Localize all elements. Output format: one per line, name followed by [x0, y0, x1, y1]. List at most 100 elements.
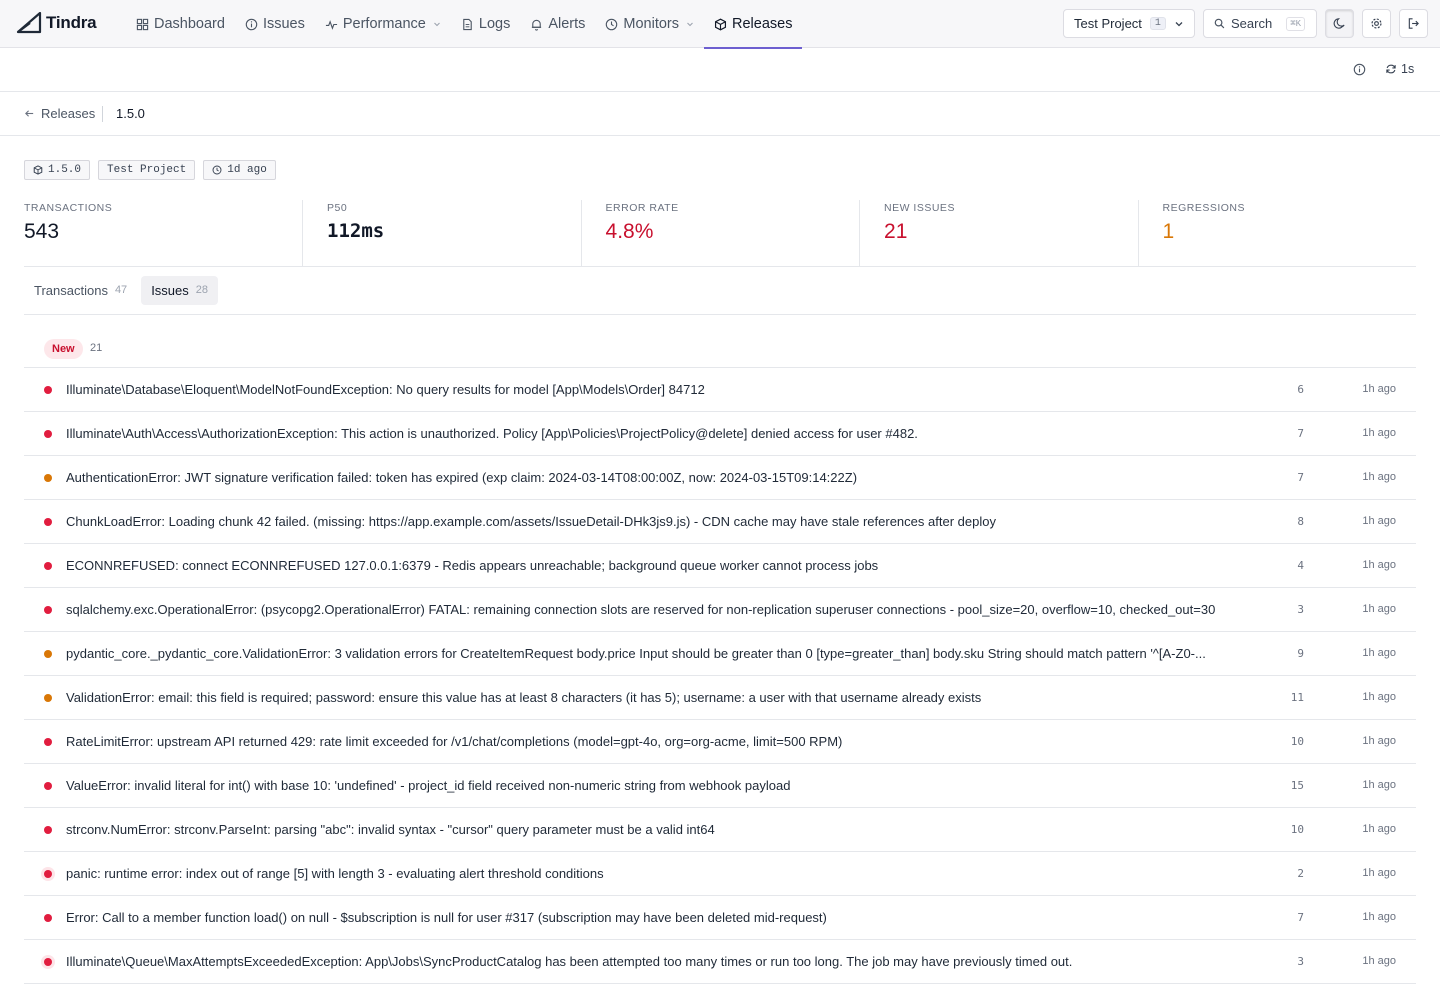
app-name: Tindra — [46, 13, 97, 32]
issue-last-seen: 1h ago — [1362, 911, 1396, 923]
logout-button[interactable] — [1399, 9, 1428, 38]
issue-row[interactable]: ChunkLoadError: Loading chunk 42 failed.… — [24, 500, 1416, 544]
issue-last-seen: 1h ago — [1362, 823, 1396, 835]
main-nav: Dashboard Issues Performance Logs Alerts… — [126, 0, 803, 49]
issue-title[interactable]: Illuminate\Auth\Access\AuthorizationExce… — [66, 426, 1221, 441]
issue-row[interactable]: Illuminate\Auth\Access\AuthorizationExce… — [24, 412, 1416, 456]
project-selector[interactable]: Test Project 1 — [1063, 9, 1195, 38]
issue-event-count: 8 — [1297, 515, 1304, 528]
issue-level-indicator — [44, 606, 52, 614]
stat-regressions: REGRESSIONS 1 — [1137, 200, 1416, 266]
issue-title[interactable]: sqlalchemy.exc.OperationalError: (psycop… — [66, 602, 1221, 617]
issue-title[interactable]: Error: Call to a member function load() … — [66, 910, 1221, 925]
issue-last-seen: 1h ago — [1362, 735, 1396, 747]
issue-row[interactable]: Error: Call to a member function load() … — [24, 896, 1416, 940]
stat-error-rate: ERROR RATE 4.8% — [580, 200, 859, 266]
theme-toggle-button[interactable] — [1325, 9, 1354, 38]
nav-item-logs[interactable]: Logs — [451, 0, 520, 48]
stat-p50: P50 112ms — [302, 200, 580, 266]
project-name: Test Project — [1074, 16, 1142, 31]
issue-title[interactable]: ValueError: invalid literal for int() wi… — [66, 778, 1221, 793]
breadcrumb: Releases 1.5.0 — [0, 92, 1440, 136]
clock-icon — [212, 165, 222, 175]
search-icon — [1214, 18, 1225, 29]
nav-item-releases[interactable]: Releases — [704, 0, 803, 49]
issue-last-seen: 1h ago — [1362, 515, 1396, 527]
nav-item-dashboard[interactable]: Dashboard — [126, 0, 235, 48]
top-navigation: Tindra Dashboard Issues Performance Logs… — [0, 0, 1440, 49]
nav-label: Releases — [732, 16, 793, 32]
issue-last-seen: 1h ago — [1362, 427, 1396, 439]
issue-row[interactable]: RateLimitError: upstream API returned 42… — [24, 720, 1416, 764]
issue-level-indicator — [44, 562, 52, 570]
issue-title[interactable]: Illuminate\Database\Eloquent\ModelNotFou… — [66, 382, 1221, 397]
issue-group-header: New 21 — [24, 315, 1416, 368]
breadcrumb-back-link[interactable]: Releases — [24, 106, 95, 121]
nav-item-monitors[interactable]: Monitors — [595, 0, 704, 48]
issue-row[interactable]: Illuminate\Database\Eloquent\ModelNotFou… — [24, 368, 1416, 412]
issue-row[interactable]: ValidationError: email: this field is re… — [24, 676, 1416, 720]
nav-label: Performance — [342, 16, 426, 32]
tab-transactions[interactable]: Transactions 47 — [24, 276, 137, 305]
issue-row[interactable]: sqlalchemy.exc.OperationalError: (psycop… — [24, 588, 1416, 632]
nav-label: Monitors — [623, 16, 680, 32]
issue-row[interactable]: Illuminate\Queue\MaxAttemptsExceededExce… — [24, 940, 1416, 984]
new-issues-badge: New — [44, 339, 83, 359]
chevron-down-icon — [687, 22, 693, 27]
nav-label: Alerts — [548, 16, 586, 32]
breadcrumb-parent: Releases — [41, 106, 96, 121]
issue-level-indicator — [44, 474, 52, 482]
refresh-button[interactable]: 1s — [1385, 62, 1414, 76]
issue-event-count: 3 — [1297, 603, 1304, 616]
search-shortcut: ⌘K — [1286, 16, 1306, 31]
issue-level-indicator — [44, 694, 52, 702]
nav-label: Issues — [262, 16, 305, 32]
project-count-badge: 1 — [1149, 17, 1166, 30]
issue-row[interactable]: ECONNREFUSED: connect ECONNREFUSED 127.0… — [24, 544, 1416, 588]
chevron-down-icon — [1175, 21, 1183, 26]
issue-title[interactable]: ValidationError: email: this field is re… — [66, 690, 1221, 705]
release-tabs: Transactions 47 Issues 28 — [24, 266, 1416, 315]
issue-last-seen: 1h ago — [1362, 559, 1396, 571]
release-age-tag: 1d ago — [203, 160, 276, 180]
tab-count: 28 — [195, 284, 209, 296]
logout-icon — [1408, 18, 1419, 29]
tab-label: Issues — [151, 282, 189, 298]
info-icon[interactable] — [1353, 63, 1366, 76]
issue-last-seen: 1h ago — [1362, 383, 1396, 395]
search-button[interactable]: Search ⌘K — [1203, 9, 1317, 38]
gear-icon — [1371, 18, 1382, 29]
issue-title[interactable]: AuthenticationError: JWT signature verif… — [66, 470, 1221, 485]
issue-row[interactable]: panic: runtime error: index out of range… — [24, 852, 1416, 896]
issue-last-seen: 1h ago — [1362, 647, 1396, 659]
issue-list: Illuminate\Database\Eloquent\ModelNotFou… — [24, 368, 1416, 984]
issue-level-indicator — [44, 386, 52, 394]
stat-value: 112ms — [327, 220, 385, 242]
issue-row[interactable]: pydantic_core._pydantic_core.ValidationE… — [24, 632, 1416, 676]
nav-item-alerts[interactable]: Alerts — [520, 0, 595, 48]
issue-event-count: 4 — [1297, 559, 1304, 572]
issue-title[interactable]: pydantic_core._pydantic_core.ValidationE… — [66, 646, 1221, 661]
settings-button[interactable] — [1362, 9, 1391, 38]
bell-icon — [532, 19, 542, 31]
issue-row[interactable]: AuthenticationError: JWT signature verif… — [24, 456, 1416, 500]
issue-title[interactable]: ECONNREFUSED: connect ECONNREFUSED 127.0… — [66, 558, 1221, 573]
issue-row[interactable]: strconv.NumError: strconv.ParseInt: pars… — [24, 808, 1416, 852]
issue-title[interactable]: Illuminate\Queue\MaxAttemptsExceededExce… — [66, 954, 1221, 969]
issue-title[interactable]: RateLimitError: upstream API returned 42… — [66, 734, 1221, 749]
issue-title[interactable]: ChunkLoadError: Loading chunk 42 failed.… — [66, 514, 1221, 529]
nav-label: Logs — [478, 16, 511, 32]
issue-level-indicator — [44, 958, 52, 966]
breadcrumb-current: 1.5.0 — [116, 106, 145, 121]
app-logo[interactable]: Tindra — [16, 12, 97, 34]
issue-row[interactable]: ValueError: invalid literal for int() wi… — [24, 764, 1416, 808]
tab-issues[interactable]: Issues 28 — [141, 275, 219, 305]
nav-item-performance[interactable]: Performance — [315, 0, 451, 48]
issue-level-indicator — [44, 870, 52, 878]
nav-item-issues[interactable]: Issues — [235, 0, 315, 48]
issue-title[interactable]: strconv.NumError: strconv.ParseInt: pars… — [66, 822, 1221, 837]
issue-title[interactable]: panic: runtime error: index out of range… — [66, 866, 1221, 881]
refresh-interval: 1s — [1401, 62, 1415, 76]
tab-count: 47 — [114, 284, 128, 296]
pulse-icon — [325, 19, 337, 30]
